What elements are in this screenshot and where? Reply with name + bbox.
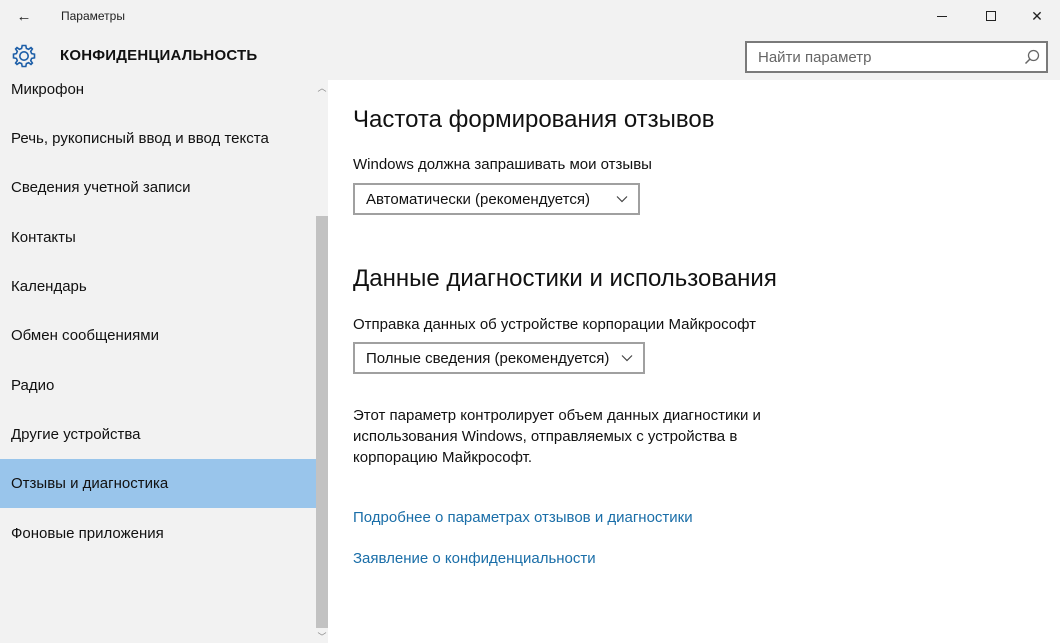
scrollbar-thumb[interactable] — [316, 216, 328, 628]
sidebar-item-speech[interactable]: Речь, рукописный ввод и ввод текста — [0, 114, 316, 163]
sidebar-item-label: Речь, рукописный ввод и ввод текста — [11, 130, 269, 147]
sidebar-item-label: Фоновые приложения — [11, 525, 164, 542]
diagnostics-dropdown[interactable]: Полные сведения (рекомендуется) — [353, 342, 645, 374]
chevron-down-icon — [621, 355, 633, 362]
sidebar-item-background-apps[interactable]: Фоновые приложения — [0, 509, 316, 558]
sidebar: Микрофон Речь, рукописный ввод и ввод те… — [0, 80, 328, 643]
dropdown-value: Полные сведения (рекомендуется) — [366, 349, 610, 367]
search-input[interactable] — [747, 43, 1017, 71]
page-header: КОНФИДЕНЦИАЛЬНОСТЬ — [0, 32, 1060, 80]
learn-more-link[interactable]: Подробнее о параметрах отзывов и диагнос… — [353, 509, 693, 526]
feedback-frequency-label: Windows должна запрашивать мои отзывы — [353, 156, 652, 173]
sidebar-item-calendar[interactable]: Календарь — [0, 262, 316, 311]
maximize-button[interactable] — [968, 0, 1014, 32]
sidebar-item-feedback-diagnostics[interactable]: Отзывы и диагностика — [0, 459, 316, 508]
app-title: Параметры — [61, 9, 125, 23]
close-button[interactable]: ✕ — [1014, 0, 1060, 32]
sidebar-item-label: Другие устройства — [11, 426, 141, 443]
sidebar-item-label: Контакты — [11, 229, 76, 246]
search-box[interactable] — [745, 41, 1048, 73]
diagnostics-description: Этот параметр контролирует объем данных … — [353, 407, 761, 466]
title-bar: ← Параметры ✕ — [0, 0, 1060, 32]
diagnostics-label: Отправка данных об устройстве корпорации… — [353, 316, 756, 333]
sidebar-item-label: Сведения учетной записи — [11, 179, 191, 196]
minimize-icon — [937, 15, 947, 17]
sidebar-item-label: Отзывы и диагностика — [11, 475, 169, 492]
page-title: КОНФИДЕНЦИАЛЬНОСТЬ — [60, 47, 258, 64]
scroll-down-icon[interactable]: ﹀ — [316, 629, 328, 643]
sidebar-item-microphone[interactable]: Микрофон — [0, 80, 316, 114]
feedback-frequency-heading: Частота формирования отзывов — [353, 106, 715, 133]
sidebar-item-label: Календарь — [11, 278, 87, 295]
scroll-up-icon[interactable]: ︿ — [316, 80, 328, 94]
settings-window: ← Параметры ✕ КОНФИДЕНЦИАЛЬНОСТЬ Найти п… — [0, 0, 1060, 643]
sidebar-item-label: Радио — [11, 377, 55, 394]
back-arrow-icon[interactable]: ← — [8, 0, 40, 32]
close-icon: ✕ — [1031, 7, 1043, 24]
diagnostics-heading: Данные диагностики и использования — [353, 265, 777, 292]
sidebar-item-messaging[interactable]: Обмен сообщениями — [0, 311, 316, 360]
sidebar-item-contacts[interactable]: Контакты — [0, 213, 316, 262]
minimize-button[interactable] — [919, 0, 965, 32]
gear-icon — [12, 44, 36, 68]
privacy-statement-link[interactable]: Заявление о конфиденциальности — [353, 550, 596, 567]
sidebar-item-other-devices[interactable]: Другие устройства — [0, 410, 316, 459]
sidebar-item-account-info[interactable]: Сведения учетной записи — [0, 163, 316, 212]
dropdown-value: Автоматически (рекомендуется) — [366, 190, 590, 208]
chevron-down-icon — [616, 196, 628, 203]
main-content: Частота формирования отзывов Windows дол… — [328, 80, 1060, 643]
sidebar-item-label: Обмен сообщениями — [11, 327, 159, 344]
sidebar-item-radios[interactable]: Радио — [0, 361, 316, 410]
maximize-icon — [986, 11, 996, 21]
search-icon[interactable] — [1022, 47, 1042, 67]
feedback-frequency-dropdown[interactable]: Автоматически (рекомендуется) — [353, 183, 640, 215]
sidebar-item-label: Микрофон — [11, 81, 85, 98]
